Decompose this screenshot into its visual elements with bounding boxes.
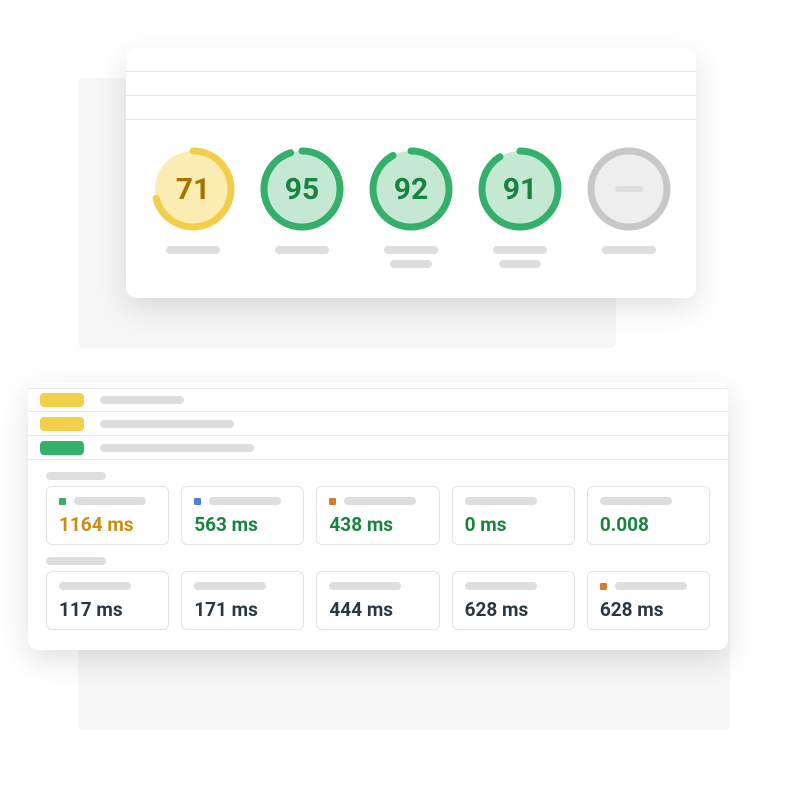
metric-value: 0.008 xyxy=(600,513,697,536)
status-dot-orange xyxy=(600,583,607,590)
score-gauge: 91 xyxy=(477,146,563,268)
metric-value: 117 ms xyxy=(59,598,156,621)
metric-label-placeholder xyxy=(74,497,146,505)
metric-tile: 1164 ms xyxy=(46,486,169,545)
metrics-row-secondary: 117 ms 171 ms 444 ms 628 ms 628 ms xyxy=(28,571,728,630)
score-caption-placeholder xyxy=(493,246,547,254)
metric-tile: 0.008 xyxy=(587,486,710,545)
metric-tile-header xyxy=(59,582,156,590)
metric-tile: 117 ms xyxy=(46,571,169,630)
metric-value: 0 ms xyxy=(465,513,562,536)
score-gauge: 95 xyxy=(259,146,345,268)
score-gauge-ring: 92 xyxy=(368,146,454,232)
scores-header xyxy=(126,48,696,120)
scores-card: 71 95 92 91 xyxy=(126,48,696,298)
score-gauge-ring: 91 xyxy=(477,146,563,232)
metric-label-placeholder xyxy=(465,582,537,590)
metric-label-placeholder xyxy=(615,582,687,590)
header-row xyxy=(126,48,696,72)
legend-label-placeholder xyxy=(100,420,234,428)
metric-tile: 444 ms xyxy=(316,571,439,630)
metrics-row-primary: 1164 ms 563 ms 438 ms 0 ms 0.008 xyxy=(28,486,728,545)
score-gauge: 92 xyxy=(368,146,454,268)
metrics-card: 1164 ms 563 ms 438 ms 0 ms 0.008 117 ms 171 m… xyxy=(28,382,728,650)
metric-value: 1164 ms xyxy=(59,513,156,536)
dash-icon xyxy=(586,146,672,232)
metric-label-placeholder xyxy=(329,582,401,590)
metric-value: 628 ms xyxy=(600,598,697,621)
legend-row xyxy=(28,436,728,460)
metric-tile-header xyxy=(194,582,291,590)
metric-label-placeholder xyxy=(194,582,266,590)
metric-value: 563 ms xyxy=(194,513,291,536)
status-dot-orange xyxy=(329,498,336,505)
metric-tile: 0 ms xyxy=(452,486,575,545)
score-gauge-ring: 95 xyxy=(259,146,345,232)
metric-value: 444 ms xyxy=(329,598,426,621)
score-value: 92 xyxy=(368,146,454,232)
score-value: 95 xyxy=(259,146,345,232)
metric-tile-header xyxy=(465,582,562,590)
metric-tile: 438 ms xyxy=(316,486,439,545)
section-label-placeholder xyxy=(46,557,106,565)
metric-tile-header xyxy=(600,582,697,590)
metric-tile-header xyxy=(465,497,562,505)
metric-value: 628 ms xyxy=(465,598,562,621)
metric-label-placeholder xyxy=(209,497,281,505)
metric-tile-header xyxy=(600,497,697,505)
score-caption-placeholder xyxy=(390,260,432,268)
metric-label-placeholder xyxy=(344,497,416,505)
score-gauge xyxy=(586,146,672,268)
score-value: 91 xyxy=(477,146,563,232)
score-value: 71 xyxy=(150,146,236,232)
score-gauge: 71 xyxy=(150,146,236,268)
legend-chip-yellow xyxy=(40,393,84,407)
score-caption-placeholder xyxy=(166,246,220,254)
metric-tile-header xyxy=(329,582,426,590)
metric-tile: 628 ms xyxy=(587,571,710,630)
metric-tile-header xyxy=(194,497,291,505)
header-row xyxy=(126,96,696,120)
metric-value: 438 ms xyxy=(329,513,426,536)
score-gauge-ring: 71 xyxy=(150,146,236,232)
legend-label-placeholder xyxy=(100,396,184,404)
legend xyxy=(28,382,728,460)
score-caption-placeholder xyxy=(499,260,541,268)
metric-tile: 563 ms xyxy=(181,486,304,545)
metric-tile: 628 ms xyxy=(452,571,575,630)
metric-label-placeholder xyxy=(600,497,672,505)
header-row xyxy=(126,72,696,96)
score-caption-placeholder xyxy=(602,246,656,254)
status-dot-green xyxy=(59,498,66,505)
metric-tile-header xyxy=(59,497,156,505)
legend-row xyxy=(28,388,728,412)
section-label-placeholder xyxy=(46,472,106,480)
metric-label-placeholder xyxy=(465,497,537,505)
metric-value: 171 ms xyxy=(194,598,291,621)
legend-row xyxy=(28,412,728,436)
score-caption-placeholder xyxy=(275,246,329,254)
legend-chip-yellow xyxy=(40,417,84,431)
score-gauge-na xyxy=(586,146,672,232)
status-dot-blue xyxy=(194,498,201,505)
legend-chip-green xyxy=(40,441,84,455)
metric-tile-header xyxy=(329,497,426,505)
scores-body: 71 95 92 91 xyxy=(126,120,696,298)
score-caption-placeholder xyxy=(384,246,438,254)
metric-tile: 171 ms xyxy=(181,571,304,630)
metric-label-placeholder xyxy=(59,582,131,590)
legend-label-placeholder xyxy=(100,444,254,452)
